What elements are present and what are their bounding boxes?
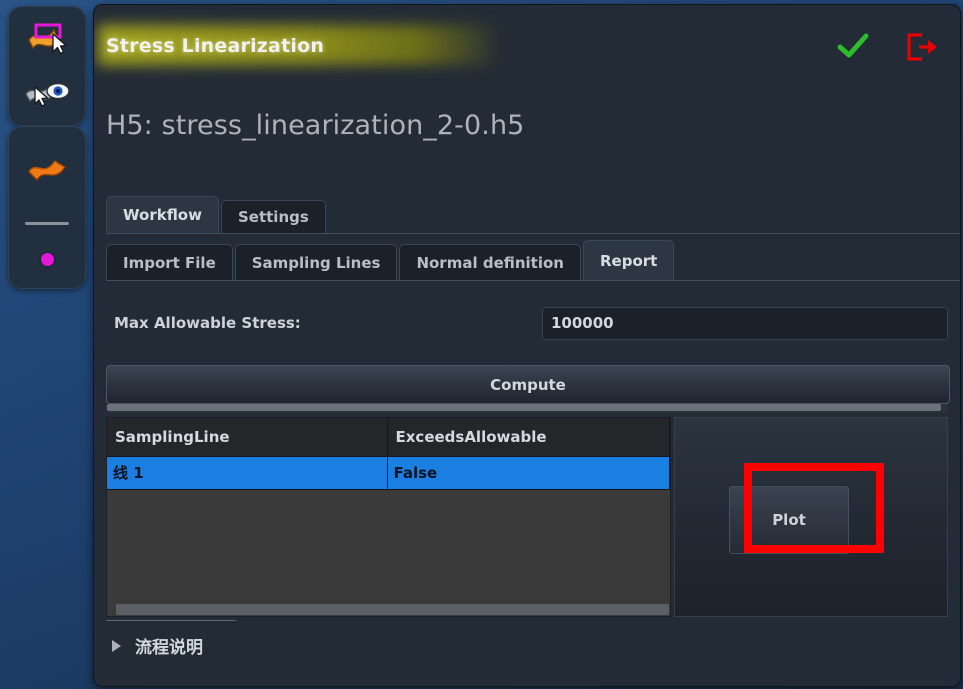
surface-visibility-icon: [23, 77, 71, 111]
max-allowable-stress-row: Max Allowable Stress:: [106, 306, 948, 340]
tab-settings[interactable]: Settings: [220, 200, 326, 233]
toolbar-primitives: [8, 126, 86, 289]
tab-sampling-lines[interactable]: Sampling Lines: [234, 244, 398, 280]
tab-report[interactable]: Report: [582, 240, 675, 280]
point-icon[interactable]: [40, 253, 54, 267]
cell-exceeds-allowable[interactable]: False: [387, 456, 670, 490]
application-window: Stress Linearization H5: stress_lineariz…: [0, 0, 963, 689]
surface-select-icon-button[interactable]: [16, 16, 78, 62]
table-horizontal-scrollbar[interactable]: [107, 604, 670, 616]
compute-button[interactable]: Compute: [106, 365, 950, 404]
surface-select-icon: [24, 20, 70, 58]
plot-button[interactable]: Plot: [729, 486, 849, 554]
table-empty-space: [107, 489, 670, 604]
tab-workflow[interactable]: Workflow: [106, 196, 219, 233]
results-horizontal-scrollbar-top[interactable]: [106, 404, 948, 413]
tab-import-file[interactable]: Import File: [106, 244, 233, 280]
sub-tab-bar: Import File Sampling Lines Normal defini…: [106, 239, 960, 281]
h5-file-label: H5: stress_linearization_2-0.h5: [106, 110, 525, 141]
check-icon[interactable]: [836, 33, 870, 61]
max-allowable-stress-label: Max Allowable Stress:: [114, 314, 301, 332]
stress-linearization-dialog: Stress Linearization H5: stress_lineariz…: [93, 4, 961, 687]
main-tab-bar: Workflow Settings: [106, 195, 960, 234]
table-header-row: SamplingLine ExceedsAllowable: [107, 418, 670, 457]
caret-right-icon[interactable]: [112, 639, 121, 652]
dialog-header: Stress Linearization: [94, 5, 960, 77]
column-header-samplingline[interactable]: SamplingLine: [107, 418, 388, 457]
table-row[interactable]: 线 1 False: [107, 456, 670, 490]
surface-icon-button[interactable]: [16, 149, 78, 195]
results-table-container: SamplingLine ExceedsAllowable 线 1 False: [106, 417, 671, 617]
exit-door-icon[interactable]: [904, 31, 938, 63]
process-description-collapsible[interactable]: 流程说明: [112, 633, 203, 658]
surface-visibility-icon-button[interactable]: [16, 71, 78, 117]
process-description-label: 流程说明: [135, 638, 203, 658]
results-table: SamplingLine ExceedsAllowable 线 1 False: [107, 418, 670, 490]
header-actions: [836, 31, 938, 63]
line-icon[interactable]: [25, 222, 69, 226]
plot-pane: Plot: [674, 417, 948, 617]
toolbar-selection: [8, 6, 86, 126]
cell-sampling-line[interactable]: 线 1: [107, 456, 388, 490]
tab-normal-definition[interactable]: Normal definition: [399, 244, 581, 280]
column-header-exceedsallowable[interactable]: ExceedsAllowable: [387, 418, 670, 457]
surface-icon: [25, 154, 69, 190]
page-title: Stress Linearization: [106, 35, 325, 57]
results-area: SamplingLine ExceedsAllowable 线 1 False: [106, 417, 948, 617]
divider: [106, 620, 236, 621]
max-allowable-stress-input[interactable]: [542, 306, 948, 340]
